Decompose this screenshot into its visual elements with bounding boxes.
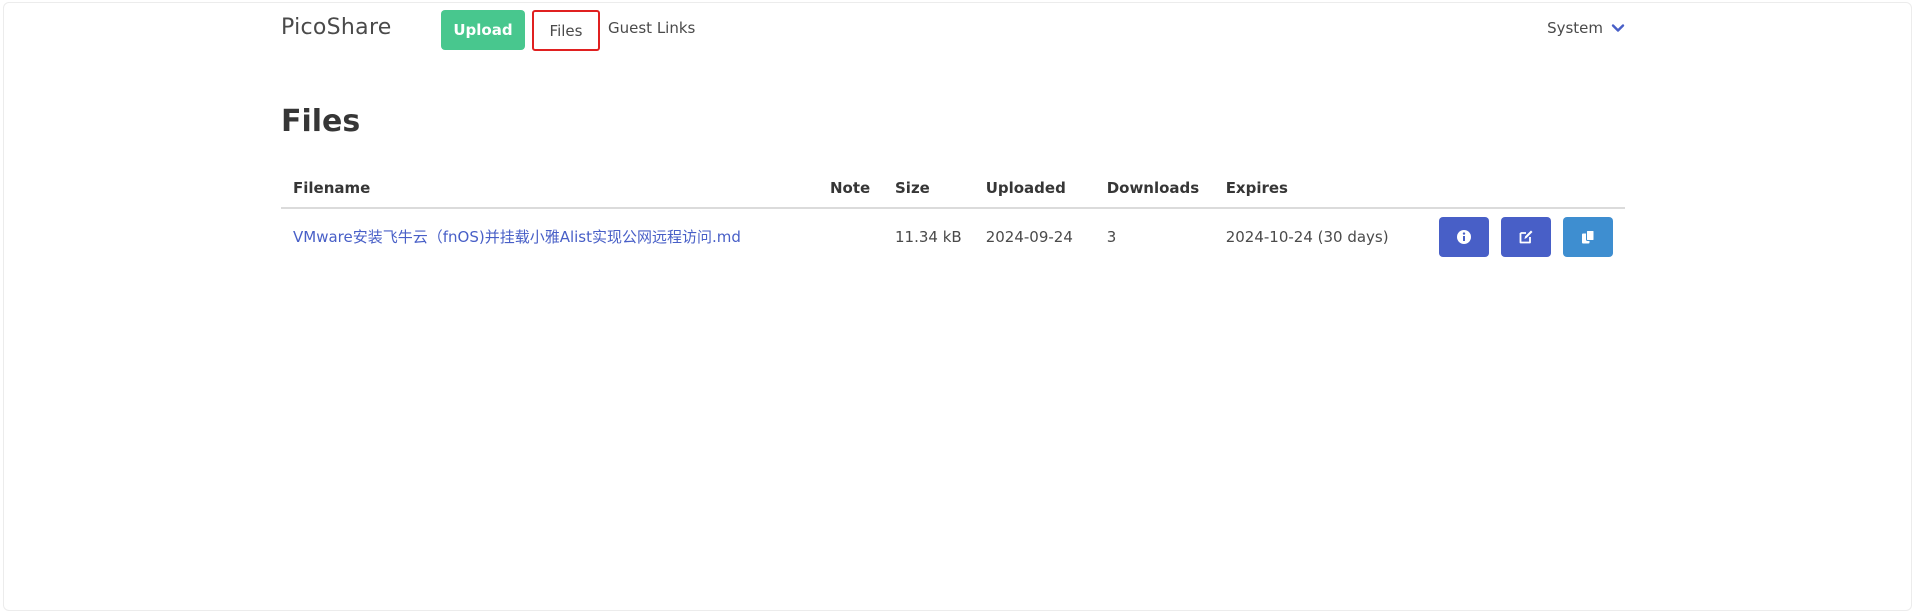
nav-guest-links-link[interactable]: Guest Links (608, 19, 695, 37)
table-row: VMware安装飞牛云（fnOS)并挂载小雅Alist实现公网远程访问.md 1… (281, 208, 1625, 264)
cell-note (818, 208, 883, 264)
table-header-row: Filename Note Size Uploaded Downloads Ex… (281, 168, 1625, 209)
cell-expires: 2024-10-24 (30 days) (1225, 227, 1389, 246)
cell-uploaded: 2024-09-24 (985, 227, 1073, 246)
chevron-down-icon (1611, 24, 1625, 32)
header-actions (1408, 168, 1625, 209)
system-menu[interactable]: System (1547, 19, 1625, 37)
header-uploaded: Uploaded (973, 168, 1095, 209)
edit-icon (1519, 230, 1533, 243)
file-link[interactable]: VMware安装飞牛云（fnOS)并挂载小雅Alist实现公网远程访问.md (293, 228, 741, 246)
files-table: Filename Note Size Uploaded Downloads Ex… (281, 168, 1625, 264)
cell-downloads: 3 (1106, 227, 1117, 246)
header-downloads: Downloads (1094, 168, 1214, 209)
row-actions (1421, 216, 1613, 257)
upload-button[interactable]: Upload (441, 10, 525, 50)
cell-actions (1409, 208, 1625, 264)
header-expires: Expires (1213, 168, 1409, 209)
edit-button[interactable] (1501, 216, 1551, 257)
cell-filename: VMware安装飞牛云（fnOS)并挂载小雅Alist实现公网远程访问.md (281, 208, 818, 264)
copy-button[interactable] (1563, 216, 1613, 257)
page-frame (3, 2, 1912, 611)
system-menu-label: System (1547, 19, 1603, 37)
info-circle-icon (1457, 229, 1471, 244)
main-container: PicoShare Upload Files Guest Links Syste… (281, 0, 1625, 257)
cell-size: 11.34 kB (895, 227, 962, 246)
page-title: Files (281, 104, 361, 139)
info-button[interactable] (1439, 216, 1489, 257)
copy-icon (1582, 229, 1595, 243)
nav-files-link[interactable]: Files (532, 10, 600, 51)
brand-logo[interactable]: PicoShare (281, 15, 392, 40)
header-note: Note (818, 168, 883, 209)
navbar: PicoShare Upload Files Guest Links Syste… (281, 0, 1625, 60)
header-size: Size (883, 168, 974, 209)
header-filename: Filename (281, 168, 818, 209)
